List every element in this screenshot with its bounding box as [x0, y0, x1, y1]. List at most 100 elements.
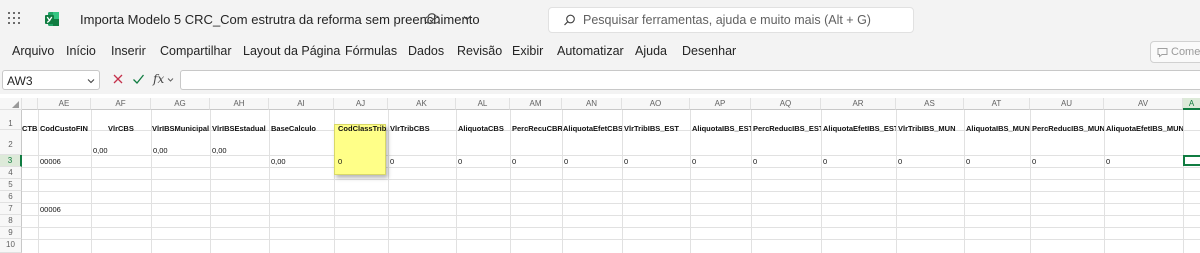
cell-header-aliquotacbs[interactable]: AliquotaCBS: [458, 124, 510, 133]
column-header-au[interactable]: AU: [1030, 98, 1104, 110]
search-box[interactable]: Pesquisar ferramentas, ajuda e muito mai…: [548, 7, 914, 33]
cell-an3[interactable]: 0: [564, 157, 568, 166]
cell-header-ctb[interactable]: CTB: [22, 124, 38, 133]
column-header-ah[interactable]: AH: [210, 98, 269, 110]
tab-compartilhar[interactable]: Compartilhar: [160, 44, 232, 58]
cell-ae3[interactable]: 00006: [40, 157, 61, 166]
cell-header-percrecucbr[interactable]: PercRecuCBR: [512, 124, 562, 133]
selected-cell-aw3[interactable]: [1183, 155, 1200, 166]
tab-desenhar[interactable]: Desenhar: [682, 44, 736, 58]
tab-arquivo[interactable]: Arquivo: [12, 44, 54, 58]
cell-af2[interactable]: 0,00: [93, 146, 108, 155]
cell-header-aliquotaibs-mun[interactable]: AliquotaIBS_MUN: [966, 124, 1030, 133]
column-header-aw[interactable]: A: [1183, 98, 1200, 110]
cell-av3[interactable]: 0: [1106, 157, 1110, 166]
tab-layout-da-pagina[interactable]: Layout da Página: [243, 44, 340, 58]
tab-inicio[interactable]: Início: [66, 44, 96, 58]
tab-inserir[interactable]: Inserir: [111, 44, 146, 58]
cell-header-aliquotaefetibs-est[interactable]: AliquotaEfetIBS_EST: [823, 124, 896, 133]
app-launcher-icon[interactable]: [8, 12, 22, 26]
search-icon: [564, 14, 575, 26]
formula-input[interactable]: [180, 70, 1200, 90]
cell-au3[interactable]: 0: [1032, 157, 1036, 166]
cell-ap3[interactable]: 0: [692, 157, 696, 166]
column-header-aj[interactable]: AJ: [334, 98, 388, 110]
gridline: [456, 110, 457, 253]
tab-exibir[interactable]: Exibir: [512, 44, 543, 58]
cell-am3[interactable]: 0: [512, 157, 516, 166]
chevron-down-icon[interactable]: [87, 77, 95, 85]
spreadsheet-grid[interactable]: AE AF AG AH AI AJ AK AL AM AN AO AP AQ A…: [0, 94, 1200, 253]
name-box[interactable]: AW3: [2, 70, 100, 90]
column-header-partial[interactable]: [22, 98, 38, 110]
cell-aj3[interactable]: 0: [338, 157, 342, 166]
gridline: [22, 215, 1200, 216]
column-header-al[interactable]: AL: [456, 98, 510, 110]
cloud-saved-icon[interactable]: [424, 12, 440, 26]
column-header-ap[interactable]: AP: [690, 98, 751, 110]
row-header-10[interactable]: 10: [0, 239, 22, 253]
column-header-av[interactable]: AV: [1104, 98, 1183, 110]
row-header-5[interactable]: 5: [0, 179, 22, 191]
column-header-af[interactable]: AF: [91, 98, 151, 110]
chevron-down-icon[interactable]: [167, 77, 174, 83]
cell-ag2[interactable]: 0,00: [153, 146, 168, 155]
cell-header-basecalculo[interactable]: BaseCalculo: [271, 124, 334, 133]
tab-ajuda[interactable]: Ajuda: [635, 44, 667, 58]
check-icon[interactable]: [132, 73, 145, 85]
tab-automatizar[interactable]: Automatizar: [557, 44, 624, 58]
cell-header-aliquotaibs-est[interactable]: AliquotaIBS_EST: [692, 124, 751, 133]
cell-ah2[interactable]: 0,00: [212, 146, 227, 155]
cell-ai3[interactable]: 0,00: [271, 157, 286, 166]
cell-aq3[interactable]: 0: [753, 157, 757, 166]
cell-header-vlrcbs[interactable]: VlrCBS: [108, 124, 151, 133]
row-header-8[interactable]: 8: [0, 215, 22, 227]
cell-header-percreducibs-mun[interactable]: PercReducIBS_MUN: [1032, 124, 1104, 133]
cell-header-codclasstrib[interactable]: CodClassTrib: [338, 124, 386, 133]
row-header-7[interactable]: 7: [0, 203, 22, 215]
select-all-corner[interactable]: [0, 98, 22, 110]
cell-as3[interactable]: 0: [898, 157, 902, 166]
cell-ar3[interactable]: 0: [823, 157, 827, 166]
row-header-1[interactable]: 1: [0, 110, 22, 130]
document-title[interactable]: Importa Modelo 5 CRC_Com estrutra da ref…: [80, 12, 480, 27]
row-header-6[interactable]: 6: [0, 191, 22, 203]
row-header-3[interactable]: 3: [0, 155, 22, 167]
column-header-ai[interactable]: AI: [269, 98, 334, 110]
cell-ak3[interactable]: 0: [390, 157, 394, 166]
cell-at3[interactable]: 0: [966, 157, 970, 166]
cell-header-vlribsestadual[interactable]: VlrIBSEstadual: [212, 124, 269, 133]
column-header-ae[interactable]: AE: [38, 98, 91, 110]
gridline: [751, 110, 752, 253]
cell-al3[interactable]: 0: [458, 157, 462, 166]
cell-header-vlribsmunicipal[interactable]: VlrIBSMunicipal: [152, 124, 210, 133]
cell-header-aliquotaefetcbs[interactable]: AliquotaEfetCBS: [563, 124, 622, 133]
cell-header-vlrtribcbs[interactable]: VlrTribCBS: [390, 124, 456, 133]
column-header-at[interactable]: AT: [964, 98, 1030, 110]
cancel-icon[interactable]: [112, 73, 124, 85]
column-header-am[interactable]: AM: [510, 98, 562, 110]
comments-button[interactable]: Comer: [1150, 41, 1200, 63]
cell-header-vlrtribibs-est[interactable]: VlrTribIBS_EST: [624, 124, 690, 133]
tab-dados[interactable]: Dados: [408, 44, 444, 58]
row-header-2[interactable]: 2: [0, 130, 22, 155]
column-header-an[interactable]: AN: [562, 98, 622, 110]
column-header-ar[interactable]: AR: [821, 98, 896, 110]
cell-header-codcustofin[interactable]: CodCustoFIN: [40, 124, 91, 133]
column-header-aq[interactable]: AQ: [751, 98, 821, 110]
cell-ae7[interactable]: 00006: [40, 205, 61, 214]
chevron-down-icon[interactable]: [462, 13, 472, 23]
column-header-ao[interactable]: AO: [622, 98, 690, 110]
cell-header-aliquotaefetibs-mun[interactable]: AliquotaEfetIBS_MUN: [1106, 124, 1183, 133]
row-header-4[interactable]: 4: [0, 167, 22, 179]
row-header-9[interactable]: 9: [0, 227, 22, 239]
tab-revisao[interactable]: Revisão: [457, 44, 502, 58]
tab-formulas[interactable]: Fórmulas: [345, 44, 397, 58]
cell-header-vlrtribibs-mun[interactable]: VlrTribIBS_MUN: [898, 124, 964, 133]
cell-ao3[interactable]: 0: [624, 157, 628, 166]
insert-function-icon[interactable]: fx: [153, 72, 164, 86]
column-header-as[interactable]: AS: [896, 98, 964, 110]
column-header-ag[interactable]: AG: [151, 98, 210, 110]
cell-header-percreducibs-est[interactable]: PercReducIBS_EST: [753, 124, 821, 133]
column-header-ak[interactable]: AK: [388, 98, 456, 110]
